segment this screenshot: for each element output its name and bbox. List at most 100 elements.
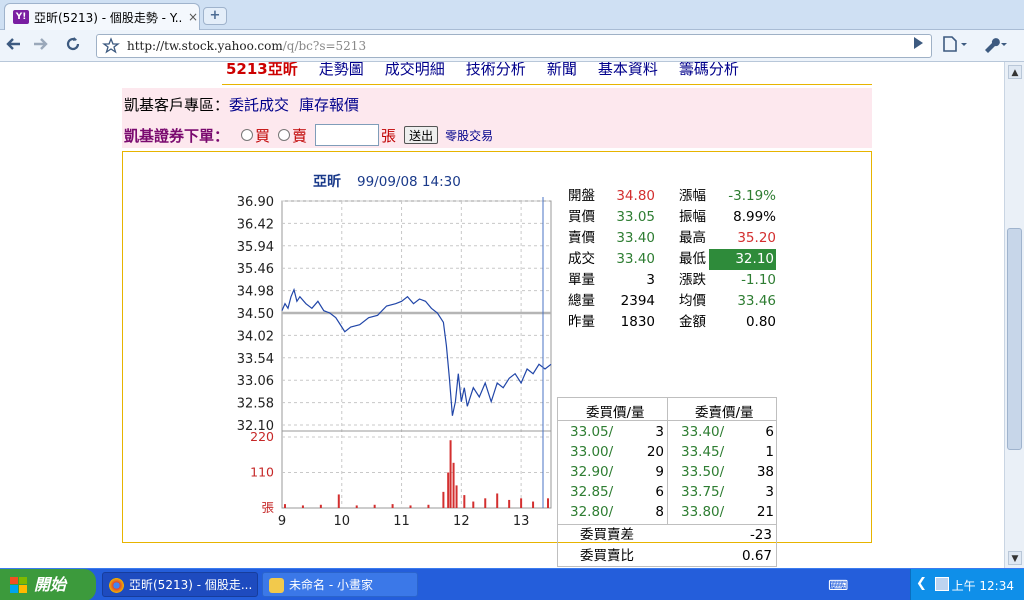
y-tick-label: 32.58 xyxy=(237,397,274,412)
volume-bar xyxy=(532,501,535,508)
chart-frame xyxy=(281,200,552,509)
volume-bar xyxy=(463,495,466,508)
start-button[interactable]: 開始 xyxy=(0,569,96,600)
x-tick-label: 9 xyxy=(278,514,286,529)
volume-bar xyxy=(455,485,458,508)
reload-icon[interactable] xyxy=(62,35,84,57)
chart-title-time: 99/09/08 14:30 xyxy=(357,174,461,190)
windows-logo-icon xyxy=(10,577,27,593)
bid-header: 委買價/量 xyxy=(586,405,645,421)
quote-value-left-0: 34.80 xyxy=(616,188,655,204)
volume-bars xyxy=(283,440,550,508)
volume-bar xyxy=(283,504,286,508)
play-icon[interactable] xyxy=(907,35,929,57)
quote-label-left-6: 昨量 xyxy=(568,314,595,330)
quote-label-right-5: 均價 xyxy=(679,293,706,309)
volume-bar xyxy=(452,462,455,508)
y-tick-label: 33.54 xyxy=(237,352,274,367)
bid-ask-diff-label: 委買賣差 xyxy=(580,527,634,543)
bid-volume: 3 xyxy=(655,424,664,440)
ask-volume: 6 xyxy=(765,424,774,440)
bid-volume: 20 xyxy=(646,444,664,460)
quote-value-left-3: 33.40 xyxy=(616,251,655,267)
quote-value-right-1: 8.99% xyxy=(733,209,776,225)
scroll-thumb[interactable] xyxy=(1007,228,1022,450)
volume-bar xyxy=(319,504,322,508)
taskbar: 開始 亞昕(5213) - 個股走... 未命名 - 小畫家 ⌨ ❮ 上午 12… xyxy=(0,568,1024,600)
y-tick-label: 33.06 xyxy=(237,374,274,389)
quote-value-right-4: -1.10 xyxy=(741,272,776,288)
volume-bar xyxy=(449,440,452,508)
y-tick-label: 34.98 xyxy=(237,285,274,300)
quote-value-right-0: -3.19% xyxy=(728,188,776,204)
url-text: http://tw.stock.yahoo.com/q/bc?s=5213 xyxy=(127,39,367,53)
quote-value-left-4: 3 xyxy=(646,272,655,288)
tray-expand-icon[interactable]: ❮ xyxy=(916,576,927,591)
scroll-up-icon[interactable]: ▲ xyxy=(1008,65,1022,79)
y-tick-label: 35.94 xyxy=(237,240,274,255)
volume-tick-label: 110 xyxy=(250,465,274,480)
order-book: 委買價/量 委賣價/量 33.05/3 33.40/6 33.00/20 33.45/… xyxy=(557,397,777,567)
volume-ticks: 220 110 張 xyxy=(250,429,274,515)
x-tick-label: 10 xyxy=(334,514,351,529)
clock: 上午 12:34 xyxy=(951,579,1014,593)
y-ticks: 36.90 36.42 35.94 35.46 34.98 34.50 34.02 33.54… xyxy=(237,195,274,434)
y-tick-label: 36.90 xyxy=(237,195,274,210)
tab-strip: Y! 亞昕(5213) - 個股走勢 - Y... × + xyxy=(0,0,1024,30)
quote-label-right-6: 金額 xyxy=(679,314,706,330)
task-chrome[interactable]: 亞昕(5213) - 個股走... xyxy=(102,572,258,597)
volume-bar xyxy=(301,505,304,508)
volume-bar xyxy=(355,505,358,508)
tab-close-icon[interactable]: × xyxy=(188,10,198,24)
ask-volume: 21 xyxy=(756,504,774,520)
quote-label-right-3: 最低 xyxy=(679,251,706,267)
quote-label-right-0: 漲幅 xyxy=(679,188,706,204)
bid-price: 32.85/ xyxy=(570,484,614,500)
paint-icon xyxy=(269,578,284,593)
ask-volume: 1 xyxy=(765,444,774,460)
network-icon[interactable] xyxy=(935,577,949,591)
quote-label-left-3: 成交 xyxy=(568,251,595,267)
ask-volume: 3 xyxy=(765,484,774,500)
quote-value-right-2: 35.20 xyxy=(737,230,776,246)
x-ticks: 9 10 11 12 13 xyxy=(278,514,530,529)
ask-price: 33.45/ xyxy=(681,444,725,460)
intraday-chart: 36.90 36.42 35.94 35.46 34.98 34.50 34.02 33.54… xyxy=(237,173,552,529)
quote-label-left-1: 買價 xyxy=(568,209,595,225)
task-paint[interactable]: 未命名 - 小畫家 xyxy=(262,572,418,597)
new-tab-button[interactable]: + xyxy=(203,7,227,25)
volume-bar xyxy=(508,499,511,508)
volume-bar xyxy=(520,498,523,508)
page-menu-icon[interactable] xyxy=(940,35,970,57)
address-bar[interactable]: http://tw.stock.yahoo.com/q/bc?s=5213 xyxy=(96,34,932,58)
y-tick-label: 35.46 xyxy=(237,262,274,277)
volume-bar xyxy=(484,498,487,508)
scroll-down-icon[interactable]: ▼ xyxy=(1008,551,1022,565)
ask-price: 33.40/ xyxy=(681,424,725,440)
quote-value-left-2: 33.40 xyxy=(616,230,655,246)
volume-bar xyxy=(472,501,475,508)
start-label: 開始 xyxy=(34,575,67,594)
page-viewport: 5213亞昕 走勢圖 成交明細 技術分析 新聞 基本資料 籌碼分析 凱基客戶專區… xyxy=(0,62,1004,568)
ask-price: 33.80/ xyxy=(681,504,725,520)
forward-icon[interactable] xyxy=(29,35,51,57)
y-tick-label: 34.02 xyxy=(237,329,274,344)
page-scrollbar[interactable]: ▲ ▼ xyxy=(1004,62,1024,568)
y-tick-label: 36.42 xyxy=(237,217,274,232)
bid-price: 32.80/ xyxy=(570,504,614,520)
wrench-icon[interactable] xyxy=(980,35,1010,57)
back-icon[interactable] xyxy=(3,35,25,57)
quote-value-left-5: 2394 xyxy=(620,293,655,309)
price-line xyxy=(281,287,552,416)
quote-value-left-6: 1830 xyxy=(620,314,655,330)
bid-price: 33.05/ xyxy=(570,424,614,440)
quote-label-left-4: 單量 xyxy=(568,272,595,288)
bid-price: 32.90/ xyxy=(570,464,614,480)
star-icon[interactable] xyxy=(102,37,120,59)
browser-tab[interactable]: Y! 亞昕(5213) - 個股走勢 - Y... × xyxy=(4,3,200,30)
quote-label-right-1: 振幅 xyxy=(679,209,706,225)
volume-bar xyxy=(447,472,450,508)
volume-tick-label: 張 xyxy=(261,500,274,515)
volume-bar xyxy=(337,494,340,508)
keyboard-icon[interactable]: ⌨ xyxy=(828,578,848,594)
